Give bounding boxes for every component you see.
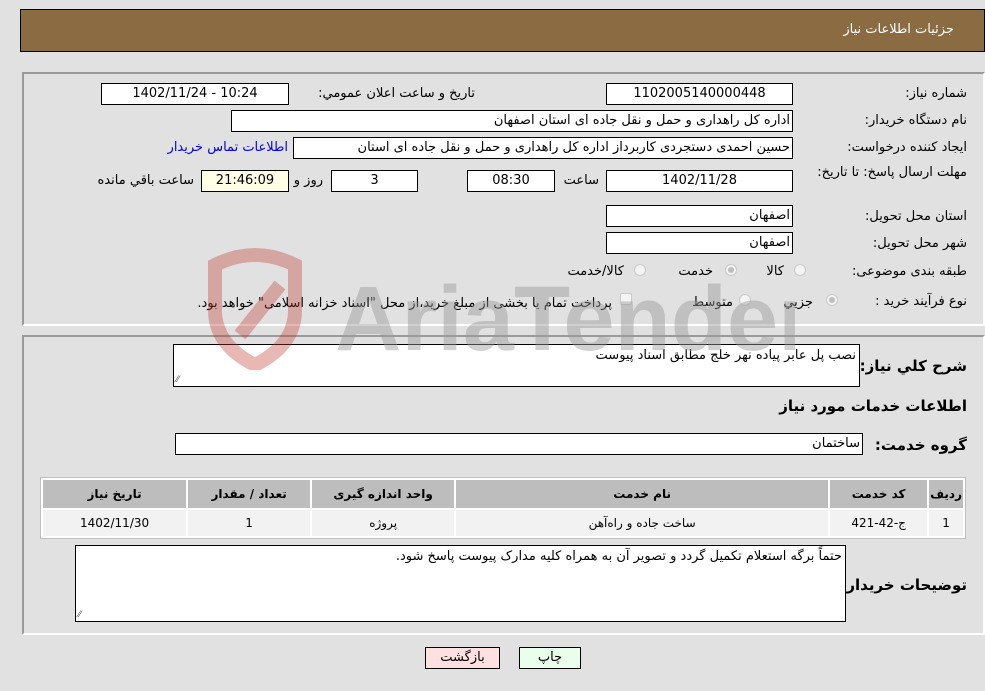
col-service-name: نام خدمت bbox=[456, 480, 829, 508]
cell-service-code: ج-42-421 bbox=[830, 510, 928, 536]
process-minor-label: جزيي bbox=[783, 295, 813, 310]
services-info-title: اطلاعات خدمات مورد نیاز bbox=[779, 397, 967, 415]
category-goods-radio[interactable] bbox=[794, 264, 806, 276]
category-goods-label: کالا bbox=[766, 264, 784, 279]
category-service-label: خدمت bbox=[678, 264, 713, 279]
cell-quantity: 1 bbox=[188, 510, 311, 536]
process-medium-label: متوسط bbox=[692, 295, 733, 310]
cell-service-name: ساخت جاده و راه‌آهن bbox=[456, 510, 829, 536]
buyer-notes-text: حتماً برگه استعلام تکمیل گردد و تصویر آن… bbox=[395, 549, 842, 564]
page-header: جزئیات اطلاعات نیاز bbox=[20, 9, 985, 52]
service-group-label: گروه خدمت: bbox=[874, 436, 967, 454]
col-service-code: کد خدمت bbox=[830, 480, 928, 508]
page-title: جزئیات اطلاعات نیاز bbox=[843, 22, 954, 37]
days-remaining-field: 3 bbox=[331, 170, 418, 192]
category-service-radio[interactable] bbox=[725, 264, 737, 276]
process-medium-radio[interactable] bbox=[739, 294, 751, 306]
announce-datetime-field: 1402/11/24 - 10:24 bbox=[101, 83, 289, 105]
days-label: روز و bbox=[293, 173, 323, 188]
category-label: طبقه بندی موضوعی: bbox=[851, 264, 967, 279]
cell-row-number: 1 bbox=[929, 510, 963, 536]
deadline-date-field: 1402/11/28 bbox=[606, 170, 793, 192]
service-group-field: ساختمان bbox=[175, 433, 863, 455]
table-header-row: ردیف کد خدمت نام خدمت واحد اندازه گیری ت… bbox=[43, 480, 963, 508]
buyer-org-field: اداره کل راهداری و حمل و نقل جاده ای است… bbox=[231, 110, 793, 132]
deadline-time-field: 08:30 bbox=[467, 170, 555, 192]
buyer-notes-label: توضیحات خریدار: bbox=[840, 576, 967, 594]
announce-datetime-label: تاریخ و ساعت اعلان عمومي: bbox=[318, 86, 475, 101]
delivery-city-field: اصفهان bbox=[606, 232, 793, 254]
treasury-note: پرداخت تمام یا بخشی از مبلغ خرید،از محل … bbox=[197, 296, 612, 311]
requester-field: حسین احمدی دستجردی کاربرداز اداره کل راه… bbox=[293, 137, 793, 159]
delivery-city-label: شهر محل تحویل: bbox=[872, 236, 967, 251]
treasury-bonds-checkbox[interactable] bbox=[620, 293, 632, 305]
category-goods-service-label: کالا/خدمت bbox=[567, 264, 624, 279]
general-description-textarea[interactable]: نصب پل عابر پیاده نهر خلج مطابق اسناد پی… bbox=[173, 344, 860, 387]
delivery-province-label: استان محل تحویل: bbox=[865, 209, 967, 224]
print-button[interactable]: چاپ bbox=[519, 647, 581, 669]
cell-unit: پروژه bbox=[312, 510, 455, 536]
delivery-province-field: اصفهان bbox=[606, 205, 793, 227]
services-table: ردیف کد خدمت نام خدمت واحد اندازه گیری ت… bbox=[40, 477, 966, 539]
cell-need-date: 1402/11/30 bbox=[43, 510, 187, 536]
col-unit: واحد اندازه گیری bbox=[312, 480, 455, 508]
back-button[interactable]: بازگشت bbox=[425, 647, 500, 669]
general-description-label: شرح كلي نياز: bbox=[859, 357, 967, 375]
buyer-contact-link[interactable]: اطلاعات تماس خریدار bbox=[168, 140, 288, 155]
buyer-notes-textarea[interactable]: حتماً برگه استعلام تکمیل گردد و تصویر آن… bbox=[75, 545, 846, 622]
col-quantity: تعداد / مقدار bbox=[188, 480, 311, 508]
resize-grip-icon[interactable]: ⁄⁄ bbox=[78, 611, 81, 620]
time-remaining-label: ساعت باقي مانده bbox=[97, 173, 194, 188]
need-number-field: 1102005140000448 bbox=[606, 83, 793, 105]
deadline-time-label: ساعت bbox=[563, 173, 599, 188]
need-number-label: شماره نیاز: bbox=[905, 86, 967, 101]
requester-label: ایجاد کننده درخواست: bbox=[847, 140, 967, 155]
table-row: 1 ج-42-421 ساخت جاده و راه‌آهن پروژه 1 1… bbox=[43, 510, 963, 536]
category-goods-service-radio[interactable] bbox=[634, 264, 646, 276]
col-need-date: تاریخ نیاز bbox=[43, 480, 187, 508]
time-remaining-field: 21:46:09 bbox=[201, 170, 289, 192]
purchase-process-label: نوع فرآیند خرید : bbox=[875, 294, 967, 309]
resize-grip-icon[interactable]: ⁄⁄ bbox=[176, 376, 179, 385]
col-row-number: ردیف bbox=[929, 480, 963, 508]
deadline-label: مهلت ارسال پاسخ: تا تاریخ: bbox=[817, 165, 967, 180]
general-description-text: نصب پل عابر پیاده نهر خلج مطابق اسناد پی… bbox=[595, 348, 856, 363]
buyer-org-label: نام دستگاه خریدار: bbox=[864, 113, 967, 128]
process-minor-radio[interactable] bbox=[826, 294, 838, 306]
